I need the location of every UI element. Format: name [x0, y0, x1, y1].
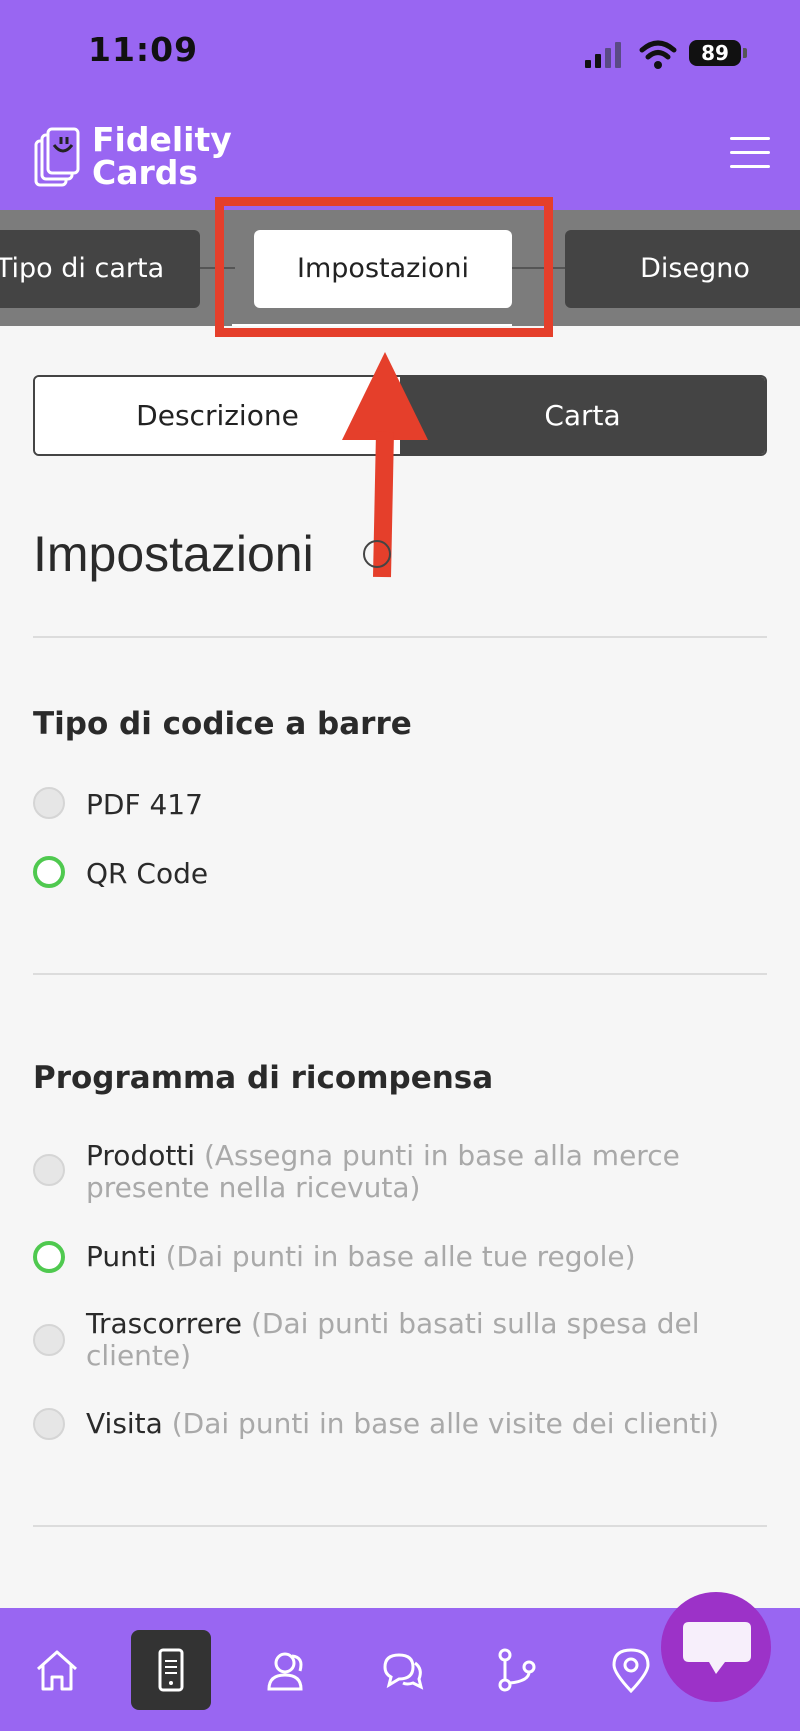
app-header: Fidelity Cards: [0, 105, 800, 210]
option-label: QR Code: [86, 857, 209, 890]
barcode-section-title: Tipo di codice a barre: [33, 706, 412, 742]
tab-design[interactable]: Disegno: [565, 230, 800, 308]
home-icon: [36, 1650, 78, 1691]
status-bar: 11:09 89: [0, 0, 800, 105]
logo-text: Fidelity Cards: [92, 123, 232, 189]
nav-home[interactable]: [17, 1630, 97, 1710]
radio-option-points[interactable]: Punti (Dai punti in base alle tue regole…: [33, 1241, 753, 1275]
step-tabs: Tipo di carta Impostazioni Disegno: [0, 210, 800, 326]
option-label: Trascorrere (Dai punti basati sulla spes…: [86, 1308, 746, 1372]
option-hint: (Dai punti in base alle visite dei clien…: [171, 1407, 720, 1440]
radio-option-products[interactable]: Prodotti (Assegna punti in base alla mer…: [33, 1140, 753, 1206]
logo-line-1: Fidelity: [92, 120, 232, 159]
cards-logo-icon: [34, 127, 80, 187]
step-connector: [195, 267, 235, 269]
radio-button[interactable]: [33, 787, 65, 819]
location-icon: [612, 1648, 650, 1693]
logo-line-2: Cards: [92, 153, 199, 192]
nav-messages[interactable]: [362, 1630, 442, 1710]
workflow-icon: [498, 1648, 536, 1692]
active-tab-underline: [232, 324, 512, 326]
wifi-icon: [639, 40, 677, 69]
info-icon[interactable]: [363, 540, 391, 568]
chat-bubble-icon: [683, 1622, 751, 1674]
nav-cards[interactable]: [131, 1630, 211, 1710]
card-device-icon: [158, 1648, 184, 1692]
battery-tip: [743, 48, 747, 58]
option-label: Prodotti (Assegna punti in base alla mer…: [86, 1140, 746, 1204]
radio-button[interactable]: [33, 1408, 65, 1440]
signal-icon: [585, 42, 621, 68]
segment-description[interactable]: Descrizione: [35, 377, 400, 454]
chat-icon: [383, 1653, 424, 1690]
status-icons: 89: [583, 38, 753, 72]
reward-section-title: Programma di ricompensa: [33, 1060, 494, 1096]
radio-button[interactable]: [33, 1324, 65, 1356]
divider: [33, 1525, 767, 1527]
fidelity-cards-logo[interactable]: Fidelity Cards: [34, 123, 244, 193]
option-name: Trascorrere: [86, 1307, 243, 1340]
page-title: Impostazioni: [33, 526, 314, 582]
battery-indicator: 89: [689, 40, 741, 66]
radio-option-visit[interactable]: Visita (Dai punti in base alle visite de…: [33, 1408, 753, 1442]
radio-option-qr-code[interactable]: QR Code: [33, 856, 753, 890]
segmented-control: Descrizione Carta: [33, 375, 767, 456]
radio-option-spend[interactable]: Trascorrere (Dai punti basati sulla spes…: [33, 1308, 753, 1374]
nav-locations[interactable]: [591, 1630, 671, 1710]
nav-automations[interactable]: [477, 1630, 557, 1710]
divider: [33, 636, 767, 638]
tab-card-type[interactable]: Tipo di carta: [0, 230, 200, 308]
nav-customers[interactable]: [247, 1630, 327, 1710]
radio-button-selected[interactable]: [33, 856, 65, 888]
option-label: Visita (Dai punti in base alle visite de…: [86, 1408, 746, 1440]
divider: [33, 973, 767, 975]
chat-fab-button[interactable]: [661, 1592, 771, 1702]
customers-icon: [267, 1652, 303, 1691]
option-name: Punti: [86, 1240, 157, 1273]
tab-settings[interactable]: Impostazioni: [254, 230, 512, 308]
hamburger-menu-icon[interactable]: [730, 137, 770, 171]
radio-button[interactable]: [33, 1154, 65, 1186]
option-label: PDF 417: [86, 788, 203, 821]
step-connector: [510, 267, 570, 269]
status-time: 11:09: [88, 30, 199, 69]
option-name: Prodotti: [86, 1139, 196, 1172]
radio-option-pdf417[interactable]: PDF 417: [33, 787, 753, 821]
option-label: Punti (Dai punti in base alle tue regole…: [86, 1241, 746, 1273]
segment-card[interactable]: Carta: [400, 377, 765, 454]
option-hint: (Dai punti in base alle tue regole): [165, 1240, 636, 1273]
radio-button-selected[interactable]: [33, 1241, 65, 1273]
option-name: Visita: [86, 1407, 163, 1440]
